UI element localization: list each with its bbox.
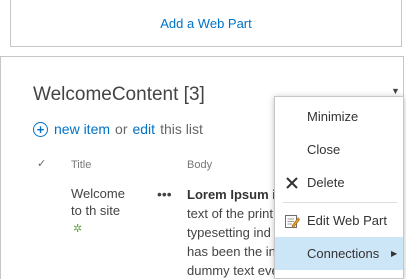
close-icon bbox=[284, 175, 300, 191]
menu-item-label: Edit Web Part bbox=[307, 213, 387, 228]
column-header-body[interactable]: Body bbox=[187, 159, 212, 171]
menu-item-edit-webpart[interactable]: Edit Web Part bbox=[275, 204, 403, 237]
edit-webpart-icon bbox=[284, 213, 300, 229]
webpart-context-menu: Minimize Close Delete Edit Web Part Conn… bbox=[274, 96, 404, 279]
menu-item-label: Minimize bbox=[307, 109, 359, 124]
or-text: or bbox=[115, 121, 128, 137]
add-icon[interactable]: + bbox=[33, 121, 48, 137]
column-header-title[interactable]: Title bbox=[71, 159, 91, 171]
menu-item-label: Delete bbox=[307, 175, 345, 190]
chevron-down-icon[interactable]: ▼ bbox=[391, 86, 400, 96]
menu-divider bbox=[283, 202, 397, 203]
new-item-badge-icon: ✲ bbox=[73, 223, 83, 235]
new-item-link[interactable]: new item bbox=[54, 121, 110, 137]
menu-item-delete[interactable]: Delete bbox=[275, 166, 403, 199]
body-line-bold: Lorem Ipsum i bbox=[187, 187, 276, 202]
edit-link[interactable]: edit bbox=[132, 121, 155, 137]
menu-item-connections[interactable]: Connections ▶ bbox=[275, 237, 403, 270]
body-line-rest: has been the in bbox=[187, 244, 276, 259]
list-actions: + new item or edit this list bbox=[33, 120, 203, 138]
webpart-title: WelcomeContent [3] bbox=[33, 84, 205, 105]
select-all-check-icon[interactable]: ✓ bbox=[37, 157, 46, 170]
submenu-arrow-icon: ▶ bbox=[391, 249, 398, 258]
add-webpart-zone: Add a Web Part bbox=[10, 0, 402, 47]
add-webpart-link[interactable]: Add a Web Part bbox=[160, 16, 252, 31]
menu-item-label: Connections bbox=[307, 246, 380, 261]
menu-item-minimize[interactable]: Minimize bbox=[275, 100, 403, 133]
body-line-rest: text of the print bbox=[187, 206, 273, 221]
body-line-rest: typesetting ind bbox=[187, 225, 271, 240]
menu-item-close[interactable]: Close bbox=[275, 133, 403, 166]
this-list-text: this list bbox=[160, 121, 203, 137]
menu-item-label: Close bbox=[307, 142, 341, 157]
item-menu-ellipsis-icon[interactable]: ••• bbox=[157, 186, 172, 202]
item-title-link[interactable]: Welcome to th site bbox=[71, 185, 131, 219]
